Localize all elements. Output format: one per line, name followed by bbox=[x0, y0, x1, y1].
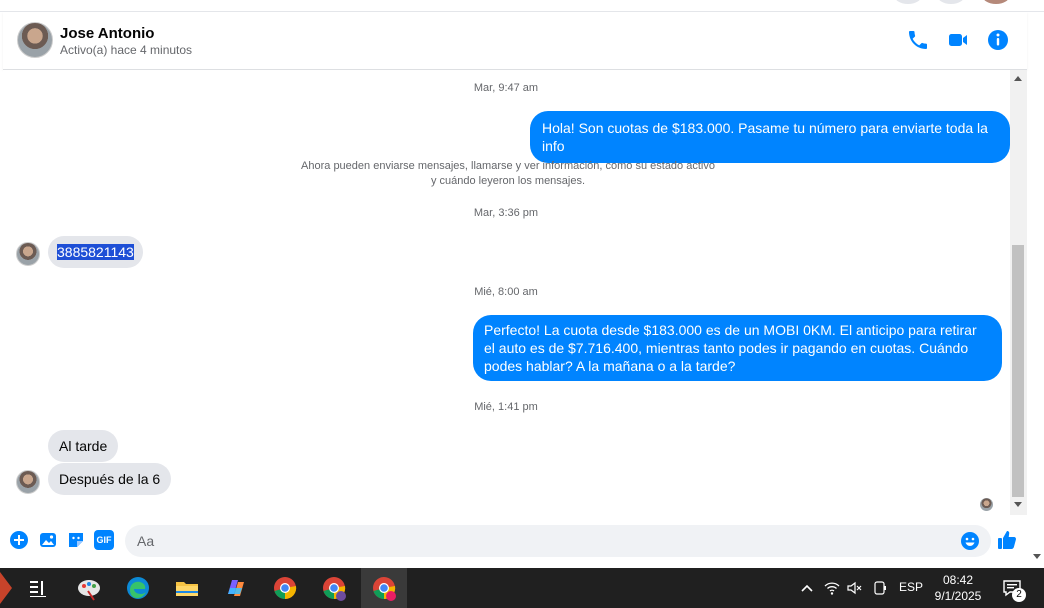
contact-name[interactable]: Jose Antonio bbox=[60, 25, 154, 42]
edge-icon[interactable] bbox=[124, 574, 152, 602]
scrollbar[interactable] bbox=[1010, 70, 1027, 515]
phone-icon[interactable] bbox=[906, 28, 930, 52]
outgoing-message[interactable]: Hola! Son cuotas de $183.000. Pasame tu … bbox=[530, 111, 1010, 163]
system-message-line: Ahora pueden enviarse mensajes, llamarse… bbox=[301, 160, 715, 172]
gif-icon[interactable]: GIF bbox=[94, 530, 114, 550]
chrome-profile-icon[interactable] bbox=[320, 574, 348, 602]
scroll-up-arrow[interactable] bbox=[1014, 76, 1022, 81]
contact-status: Activo(a) hace 4 minutos bbox=[60, 43, 193, 57]
chrome-profile-active-icon[interactable] bbox=[370, 574, 398, 602]
copilot-icon[interactable] bbox=[222, 574, 250, 602]
notification-count-badge: 2 bbox=[1012, 588, 1026, 602]
system-message: Ahora pueden enviarse mensajes, llamarse… bbox=[258, 159, 758, 189]
info-icon[interactable] bbox=[986, 28, 1010, 52]
timestamp: Mar, 9:47 am bbox=[473, 82, 539, 94]
incoming-message[interactable]: Al tarde bbox=[48, 430, 119, 462]
browser-top-strip bbox=[0, 0, 1044, 12]
battery-icon[interactable] bbox=[872, 580, 888, 596]
volume-muted-icon[interactable] bbox=[846, 580, 862, 596]
video-call-icon[interactable] bbox=[946, 28, 970, 52]
language-indicator[interactable]: ESP bbox=[899, 580, 923, 594]
plus-icon[interactable] bbox=[9, 530, 29, 550]
message-input[interactable]: Aa bbox=[125, 525, 991, 557]
clock-date: 9/1/2025 bbox=[934, 589, 982, 603]
scroll-down-arrow[interactable] bbox=[1014, 502, 1022, 507]
contact-avatar[interactable] bbox=[17, 22, 53, 58]
photo-icon[interactable] bbox=[38, 530, 58, 550]
incoming-message[interactable]: 3885821143 bbox=[48, 236, 143, 268]
selected-text[interactable]: 3885821143 bbox=[57, 244, 134, 260]
scrollbar-thumb[interactable] bbox=[1012, 245, 1024, 497]
timestamp: Mié, 1:41 pm bbox=[474, 401, 538, 413]
seen-indicator-avatar bbox=[980, 498, 993, 511]
chrome-icon[interactable] bbox=[271, 574, 299, 602]
message-list: Mar, 9:47 am Hola! Son cuotas de $183.00… bbox=[3, 70, 1010, 518]
widgets-icon[interactable] bbox=[24, 574, 52, 602]
paint-icon[interactable] bbox=[75, 574, 103, 602]
clock[interactable]: 08:42 9/1/2025 bbox=[930, 572, 986, 604]
contact-avatar-small[interactable] bbox=[16, 242, 40, 266]
system-message-line: y cuándo leyeron los mensajes. bbox=[430, 175, 586, 187]
page-scroll-down-arrow[interactable] bbox=[1033, 554, 1041, 559]
timestamp: Mié, 8:00 am bbox=[474, 286, 538, 298]
active-app-highlight[interactable] bbox=[361, 568, 407, 608]
contact-avatar-small[interactable] bbox=[16, 470, 40, 494]
chat-head-icon[interactable] bbox=[894, 0, 922, 4]
chat-head-avatar[interactable] bbox=[982, 0, 1010, 4]
wifi-icon[interactable] bbox=[824, 580, 840, 596]
windows-taskbar: ESP 08:42 9/1/2025 2 bbox=[0, 568, 1044, 608]
sticker-icon[interactable] bbox=[66, 530, 86, 550]
outgoing-message[interactable]: Perfecto! La cuota desde $183.000 es de … bbox=[473, 315, 1002, 381]
chat-head-icon[interactable] bbox=[937, 0, 965, 4]
conversation-header: Jose Antonio Activo(a) hace 4 minutos bbox=[3, 12, 1027, 70]
chevron-up-icon[interactable] bbox=[800, 582, 814, 594]
emoji-icon[interactable] bbox=[960, 531, 980, 551]
composer: GIF Aa bbox=[3, 518, 1027, 566]
file-explorer-icon[interactable] bbox=[173, 574, 201, 602]
incoming-message[interactable]: Después de la 6 bbox=[48, 463, 172, 495]
clock-time: 08:42 bbox=[942, 573, 974, 587]
like-icon[interactable] bbox=[996, 529, 1018, 551]
screen: Jose Antonio Activo(a) hace 4 minutos Ma… bbox=[0, 0, 1044, 608]
timestamp: Mar, 3:36 pm bbox=[473, 207, 539, 219]
app-icon-partial[interactable] bbox=[0, 572, 12, 604]
